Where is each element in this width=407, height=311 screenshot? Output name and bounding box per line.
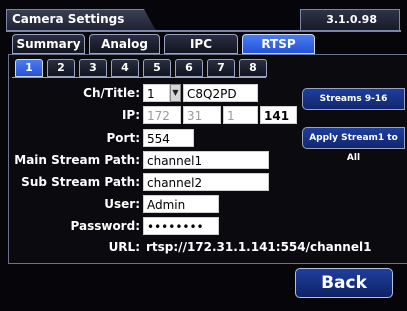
ip-octet-3[interactable]: 1 (223, 106, 258, 124)
back-button[interactable]: Back (295, 268, 393, 298)
ip-octet-4[interactable]: 141 (260, 106, 297, 124)
channel-tab-7[interactable]: 7 (207, 59, 235, 77)
title-divider (6, 30, 401, 32)
tab-rtsp[interactable]: RTSP (242, 34, 315, 54)
channel-tab-divider (12, 77, 266, 78)
main-stream-label: Main Stream Path: (14, 153, 140, 167)
user-label: User: (104, 197, 140, 211)
channel-select[interactable]: 1 (143, 84, 170, 102)
streams-9-16-button[interactable]: Streams 9-16 (302, 88, 405, 110)
apply-stream1-to-all-button[interactable]: Apply Stream1 to All (302, 127, 405, 163)
port-label: Port: (106, 131, 141, 145)
user-input[interactable]: Admin (143, 195, 219, 213)
version-box: 3.1.0.98 (300, 9, 400, 31)
channel-tab-2[interactable]: 2 (47, 59, 75, 77)
ip-octet-2[interactable]: 31 (183, 106, 221, 124)
channel-tab-5[interactable]: 5 (143, 59, 171, 77)
sub-stream-input[interactable]: channel2 (143, 173, 269, 191)
main-stream-input[interactable]: channel1 (143, 151, 269, 169)
ch-title-label: Ch/Title: (83, 86, 140, 100)
camera-settings-window: Camera Settings 3.1.0.98 Summary Analog … (0, 0, 407, 311)
port-input[interactable]: 554 (143, 129, 194, 147)
sub-stream-label: Sub Stream Path: (21, 175, 140, 189)
window-title: Camera Settings (12, 12, 125, 26)
channel-tab-6[interactable]: 6 (175, 59, 203, 77)
channel-tab-4[interactable]: 4 (111, 59, 139, 77)
tab-summary[interactable]: Summary (12, 34, 85, 54)
channel-tab-8[interactable]: 8 (239, 59, 267, 77)
tab-analog[interactable]: Analog (89, 34, 160, 54)
ip-octet-1[interactable]: 172 (143, 106, 181, 124)
version-text: 3.1.0.98 (326, 13, 377, 26)
tab-ipc[interactable]: IPC (164, 34, 238, 54)
channel-tab-3[interactable]: 3 (79, 59, 107, 77)
chevron-down-icon[interactable]: ▼ (170, 84, 181, 102)
password-label: Password: (70, 219, 141, 233)
password-input[interactable]: •••••••• (143, 217, 219, 235)
url-value: rtsp://172.31.1.141:554/channel1 (146, 240, 372, 254)
channel-tab-1[interactable]: 1 (15, 59, 43, 77)
ip-label: IP: (121, 108, 140, 122)
title-input[interactable]: C8Q2PD (183, 84, 258, 102)
url-label: URL: (108, 240, 140, 254)
